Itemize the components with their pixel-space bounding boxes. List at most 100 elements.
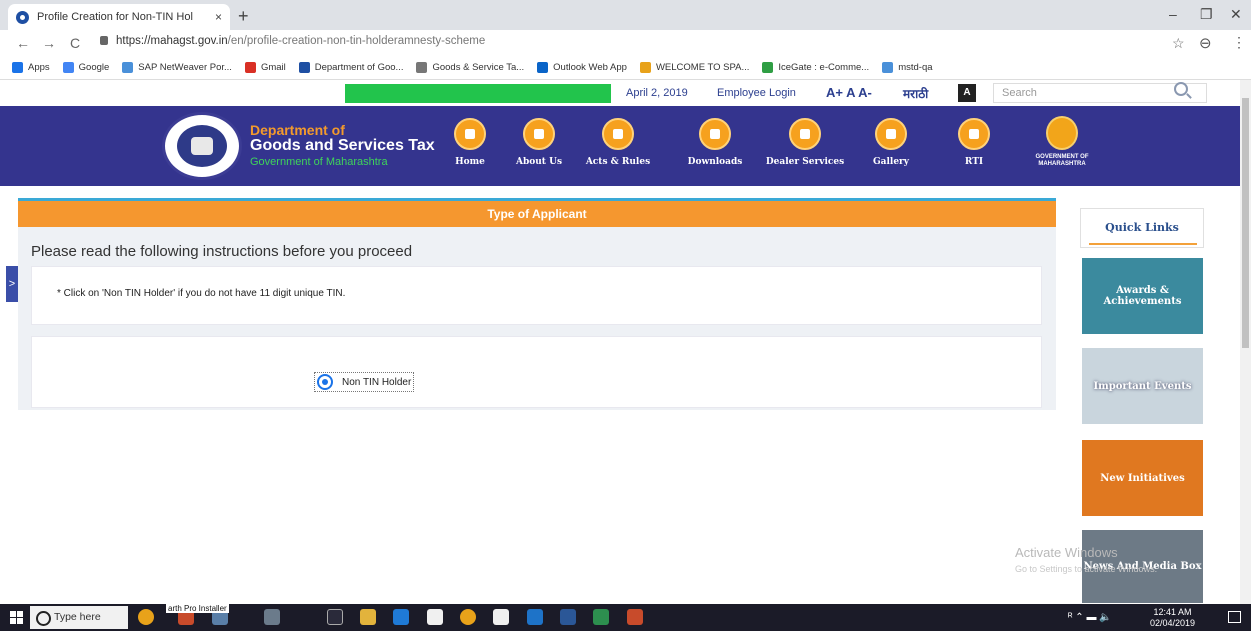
windows-start-icon[interactable]: [10, 611, 23, 624]
employee-login-link[interactable]: Employee Login: [717, 87, 796, 99]
bookmark-item[interactable]: Google: [62, 62, 109, 73]
bookmark-item[interactable]: IceGate : e-Comme...: [762, 62, 869, 73]
browser-tab[interactable]: Profile Creation for Non-TIN Hol ×: [8, 4, 230, 30]
bookmark-label: Department of Goo...: [314, 62, 404, 73]
nav-about-us[interactable]: About Us: [499, 118, 579, 167]
close-tab-icon[interactable]: ×: [215, 10, 222, 24]
word-icon[interactable]: [560, 609, 576, 625]
bookmark-item[interactable]: SAP NetWeaver Por...: [122, 62, 232, 73]
lock-icon: [100, 36, 108, 45]
chrome-icon[interactable]: [138, 609, 154, 625]
bookmark-label: mstd-qa: [898, 62, 933, 73]
bookmark-item[interactable]: Gmail: [244, 62, 286, 73]
powerpoint-icon[interactable]: [627, 609, 643, 625]
store-icon[interactable]: [427, 609, 443, 625]
quick-links-sidebar: Quick Links Awards & Achievements Import…: [1080, 208, 1204, 603]
bookmark-item[interactable]: Outlook Web App: [537, 62, 627, 73]
chrome-icon[interactable]: [460, 609, 476, 625]
back-button[interactable]: ←: [16, 35, 30, 51]
quick-link-awards[interactable]: Awards & Achievements: [1082, 258, 1203, 334]
mail-icon[interactable]: [493, 609, 509, 625]
contrast-button[interactable]: A: [958, 84, 976, 102]
language-switch[interactable]: मराठी: [903, 85, 928, 102]
rti-icon: [958, 118, 990, 150]
internet-explorer-icon[interactable]: [527, 609, 543, 625]
nav-label: RTI: [964, 157, 984, 167]
url-field[interactable]: https://mahagst.gov.in/en/profile-creati…: [100, 35, 485, 47]
site-header: Department of Goods and Services Tax Gov…: [0, 106, 1240, 186]
clock-time: 12:41 AM: [1153, 607, 1192, 617]
task-view-icon[interactable]: [327, 609, 343, 625]
radio-selected-icon[interactable]: [317, 374, 333, 390]
nav-gallery[interactable]: Gallery: [851, 118, 931, 167]
edge-icon[interactable]: [393, 609, 409, 625]
government-of-maharashtra-logo[interactable]: GOVERNMENT OF MAHARASHTRA: [1024, 116, 1100, 168]
close-window-button[interactable]: ✕: [1230, 6, 1242, 23]
side-panel-toggle[interactable]: >: [6, 266, 18, 302]
bookmark-label: IceGate : e-Comme...: [778, 62, 870, 73]
quick-link-important-events[interactable]: Important Events: [1082, 348, 1203, 424]
reload-button[interactable]: C: [70, 35, 80, 51]
maximize-button[interactable]: ❐: [1200, 6, 1213, 23]
scrollbar-thumb[interactable]: [1242, 98, 1249, 348]
bookmark-item[interactable]: Goods & Service Ta...: [416, 62, 524, 73]
bookmark-favicon-icon: [537, 62, 549, 73]
nav-home[interactable]: Home: [430, 118, 510, 167]
search-icon[interactable]: [1174, 82, 1188, 96]
nav-label: Downloads: [687, 157, 743, 167]
font-size-controls[interactable]: A+ A A-: [826, 85, 872, 100]
taskbar-clock[interactable]: 12:41 AM 02/04/2019: [1150, 607, 1195, 629]
nav-dealer-services[interactable]: Dealer Services: [765, 118, 845, 167]
bookmark-favicon-icon: [244, 62, 256, 73]
nav-downloads[interactable]: Downloads: [675, 118, 755, 167]
bookmark-favicon-icon: [639, 62, 651, 73]
nav-rti[interactable]: RTI: [934, 118, 1014, 167]
taskbar-tooltip: arth Pro Installer: [166, 604, 229, 613]
system-tray-icons[interactable]: ᴿ ⌃ ▬ 🔈: [1068, 612, 1112, 623]
dealer-icon: [789, 118, 821, 150]
bookmark-label: Gmail: [260, 62, 286, 73]
download-icon: [699, 118, 731, 150]
department-brand[interactable]: Department of Goods and Services Tax Gov…: [250, 122, 435, 170]
activate-windows-watermark: Activate Windows: [1015, 545, 1118, 560]
bookmark-star-icon[interactable]: ☆: [1172, 35, 1185, 52]
new-tab-button[interactable]: +: [238, 6, 249, 27]
bookmark-item[interactable]: Department of Goo...: [298, 62, 404, 73]
nav-acts-rules[interactable]: Acts & Rules: [578, 118, 658, 167]
bookmark-favicon-icon: [298, 62, 310, 73]
file-explorer-icon[interactable]: [360, 609, 376, 625]
tab-title: Profile Creation for Non-TIN Hol: [37, 11, 193, 23]
nav-label: Acts & Rules: [585, 157, 651, 167]
nav-label: Gallery: [872, 157, 910, 167]
site-favicon-icon: [16, 10, 29, 24]
non-tin-holder-option[interactable]: Non TIN Holder: [314, 372, 415, 392]
url-path: /en/profile-creation-non-tin-holderamnes…: [227, 35, 486, 47]
address-bar-row: ← → C https://mahagst.gov.in/en/profile-…: [0, 30, 1251, 56]
app-icon[interactable]: [264, 609, 280, 625]
bookmark-item[interactable]: Apps: [12, 62, 50, 73]
quick-link-new-initiatives[interactable]: New Initiatives: [1082, 440, 1203, 516]
page-scrollbar[interactable]: [1240, 80, 1251, 604]
brand-line-2: Goods and Services Tax: [250, 137, 435, 154]
activate-windows-subtext: Go to Settings to activate Windows.: [1015, 564, 1158, 574]
bookmark-favicon-icon: [122, 62, 134, 73]
taskbar-search[interactable]: Type here: [30, 606, 128, 629]
bookmark-item[interactable]: mstd-qa: [882, 62, 933, 73]
nav-label: Dealer Services: [765, 157, 845, 167]
scales-icon: [602, 118, 634, 150]
applicant-choice-box: Non TIN Holder: [31, 336, 1042, 408]
instructions-box: * Click on 'Non TIN Holder' if you do no…: [31, 266, 1042, 325]
forward-button[interactable]: →: [42, 35, 56, 51]
bookmark-label: Goods & Service Ta...: [432, 62, 525, 73]
bookmarks-bar: Apps Google SAP NetWeaver Por... Gmail Depar…: [0, 56, 1251, 80]
profile-icon[interactable]: ⊖: [1199, 34, 1212, 52]
excel-icon[interactable]: [593, 609, 609, 625]
bookmark-label: SAP NetWeaver Por...: [138, 62, 232, 73]
radio-label[interactable]: Non TIN Holder: [342, 377, 411, 388]
department-seal-logo: [162, 112, 242, 180]
browser-menu-icon[interactable]: ⋮: [1232, 34, 1246, 51]
notification-icon[interactable]: [1228, 611, 1241, 623]
minimize-button[interactable]: –: [1169, 6, 1177, 22]
bookmark-item[interactable]: WELCOME TO SPA...: [639, 62, 749, 73]
instructions-heading: Please read the following instructions b…: [31, 243, 413, 260]
